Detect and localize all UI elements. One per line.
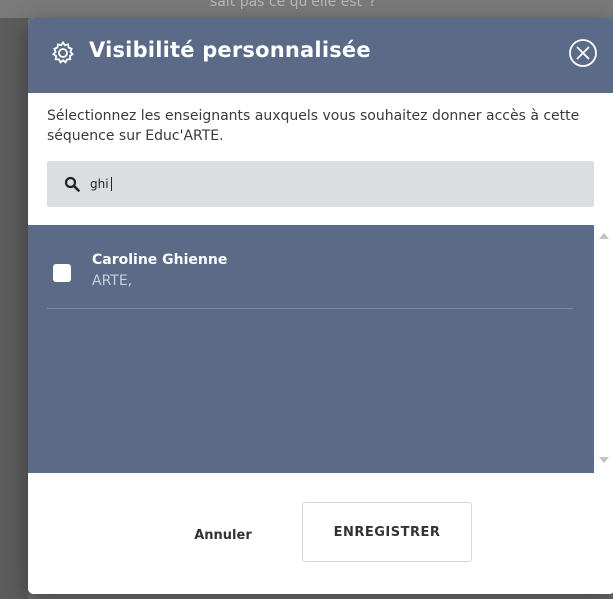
close-circle-icon[interactable] (567, 37, 599, 69)
custom-visibility-dialog: Visibilité personnalisée Sélectionnez le… (28, 18, 613, 594)
background-content-strip: sait pas ce qu'elle est"? (0, 0, 613, 18)
save-button[interactable]: ENREGISTRER (302, 502, 472, 562)
background-partial-text: sait pas ce qu'elle est"? (210, 0, 377, 10)
text-cursor (111, 177, 112, 191)
results-scrollbar[interactable] (594, 225, 613, 473)
teacher-search-input[interactable] (90, 172, 570, 196)
teacher-results-list: Caroline Ghienne ARTE, (28, 225, 613, 473)
gear-icon (52, 40, 74, 64)
teacher-select-checkbox[interactable] (53, 264, 71, 282)
dialog-header: Visibilité personnalisée (28, 18, 613, 93)
teacher-name: Caroline Ghienne (92, 252, 228, 268)
scroll-up-arrow-icon[interactable] (599, 233, 609, 239)
cancel-button[interactable]: Annuler (178, 521, 268, 549)
teacher-search-box[interactable] (47, 161, 594, 207)
dialog-description: Sélectionnez les enseignants auxquels vo… (47, 108, 580, 144)
background-left-edge (0, 18, 28, 599)
teacher-result-item[interactable]: Caroline Ghienne ARTE, (47, 225, 573, 309)
scroll-down-arrow-icon[interactable] (599, 457, 609, 463)
teacher-organization: ARTE, (92, 273, 133, 289)
dialog-title: Visibilité personnalisée (89, 38, 371, 62)
dialog-footer: Annuler ENREGISTRER (28, 473, 613, 594)
search-icon (64, 176, 80, 192)
